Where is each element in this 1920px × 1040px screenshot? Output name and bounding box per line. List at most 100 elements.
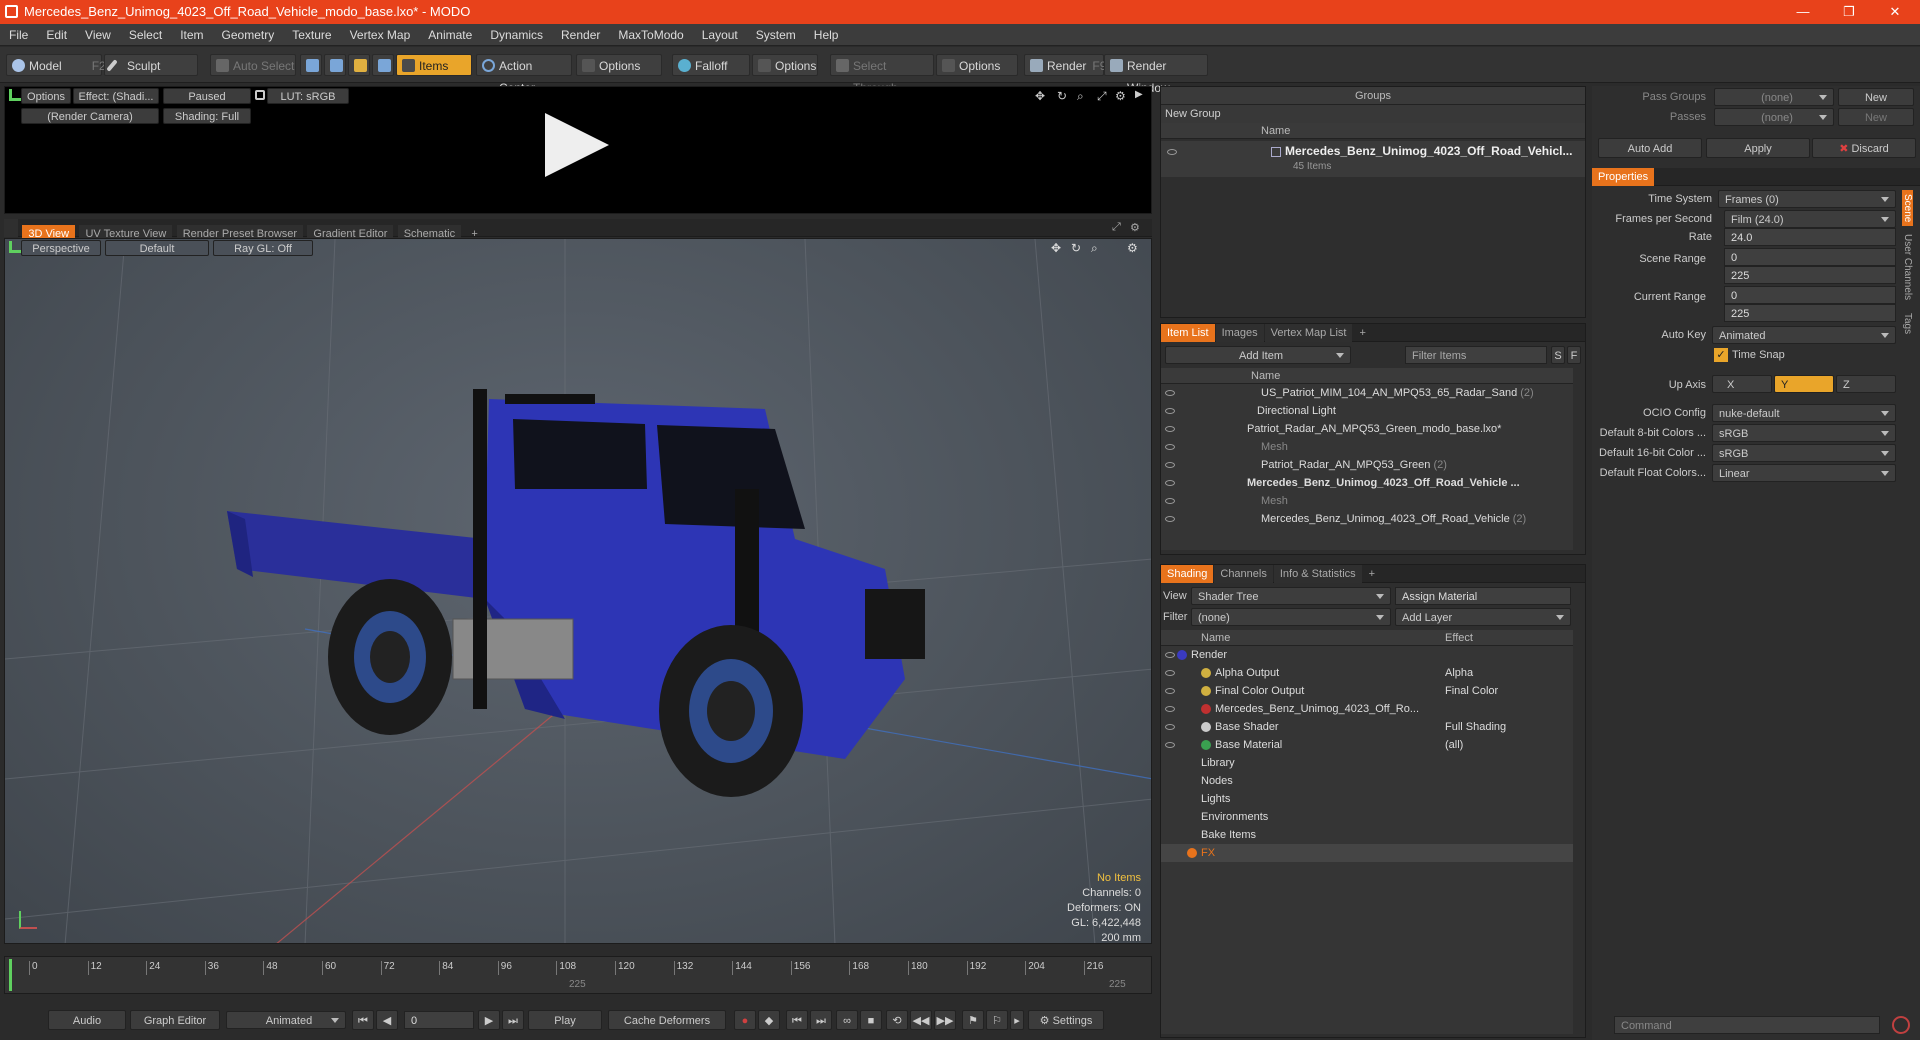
assign-material-button[interactable]: Assign Material — [1395, 587, 1571, 605]
pass-groups-dropdown[interactable]: (none) — [1714, 88, 1834, 106]
item-list-row[interactable]: Directional Light — [1161, 402, 1573, 420]
discard-button[interactable]: ✖ Discard — [1812, 138, 1916, 158]
play-icon[interactable] — [545, 113, 609, 177]
menu-system[interactable]: System — [747, 24, 805, 46]
record-button[interactable]: ● — [734, 1010, 756, 1030]
time-system-dropdown[interactable]: Frames (0) — [1718, 190, 1896, 208]
tab-vertex-map-list[interactable]: Vertex Map List — [1264, 324, 1353, 342]
new-group-button[interactable]: New Group — [1161, 105, 1585, 123]
preview-camera-dropdown[interactable]: (Render Camera) — [21, 108, 159, 124]
animated-dropdown[interactable]: Animated — [226, 1011, 346, 1029]
cache-deformers-button[interactable]: Cache Deformers — [608, 1010, 726, 1030]
command-input[interactable]: Command — [1614, 1016, 1880, 1034]
visibility-icon[interactable] — [1165, 706, 1175, 712]
prev-key-button[interactable]: ◀ — [376, 1010, 398, 1030]
loop-button[interactable]: ⟲ — [886, 1010, 908, 1030]
stop-button[interactable]: ■ — [860, 1010, 882, 1030]
menu-help[interactable]: Help — [805, 24, 848, 46]
auto-add-button[interactable]: Auto Add — [1598, 138, 1702, 158]
fps-dropdown[interactable]: Film (24.0) — [1724, 210, 1896, 228]
preview-gear-icon[interactable]: ⚙ — [1115, 89, 1126, 103]
shader-tree-row[interactable]: FX — [1161, 844, 1573, 862]
menu-view[interactable]: View — [76, 24, 120, 46]
viewport-zoom-icon[interactable]: ⌕ — [1091, 241, 1098, 256]
menu-maxtomodo[interactable]: MaxToModo — [609, 24, 692, 46]
preview-paused-button[interactable]: Paused — [163, 88, 251, 104]
item-list-row[interactable]: Mercedes_Benz_Unimog_4023_Off_Road_Vehic… — [1161, 510, 1573, 528]
select-through-button[interactable]: Select Through — [830, 54, 934, 95]
timeline[interactable]: 0 12 24 36 48 60 72 84 96 108 120 132 144 156 168 180 19… — [4, 956, 1152, 994]
key-next-button[interactable]: ⏭ — [810, 1010, 832, 1030]
menu-texture[interactable]: Texture — [283, 24, 340, 46]
go-end-button[interactable]: ⏭ — [502, 1010, 524, 1030]
action-center-button[interactable]: Action Center — [476, 54, 572, 95]
visibility-icon[interactable] — [1165, 688, 1175, 694]
apply-button[interactable]: Apply — [1706, 138, 1810, 158]
shader-tree-row[interactable]: Base Shader Full Shading — [1161, 718, 1573, 736]
time-snap-checkbox[interactable]: ✓ — [1714, 348, 1728, 362]
item-list-row[interactable]: Mesh — [1161, 438, 1573, 456]
menu-file[interactable]: File — [0, 24, 37, 46]
key-button[interactable]: ◆ — [758, 1010, 780, 1030]
mode-b-button[interactable]: ⚐ — [986, 1010, 1008, 1030]
settings-button[interactable]: ⚙ Settings — [1028, 1010, 1104, 1030]
materials-mode-button[interactable] — [372, 54, 394, 76]
menu-geometry[interactable]: Geometry — [213, 24, 284, 46]
current-range-end[interactable]: 225 — [1724, 304, 1896, 322]
shader-tree-row[interactable]: Base Material (all) — [1161, 736, 1573, 754]
falloff-button[interactable]: Falloff — [672, 54, 750, 76]
visibility-icon[interactable] — [1165, 498, 1175, 504]
viewport-gear-icon[interactable]: ⚙ — [1127, 241, 1138, 255]
side-tab-scene[interactable]: Scene — [1902, 190, 1913, 227]
step-back-button[interactable]: ◀◀ — [910, 1010, 932, 1030]
view-gear-icon[interactable]: ⚙ — [1130, 221, 1140, 234]
visibility-icon[interactable] — [1165, 408, 1175, 414]
filter-dropdown[interactable]: (none) — [1191, 608, 1391, 626]
auto-key-dropdown[interactable]: Animated — [1712, 326, 1896, 344]
preview-move-icon[interactable]: ✥ — [1035, 89, 1045, 103]
visibility-icon[interactable] — [1165, 426, 1175, 432]
raygl-dropdown[interactable]: Ray GL: Off — [213, 240, 313, 256]
tab-options-handle[interactable] — [4, 219, 18, 237]
view-maximize-icon[interactable]: ⤢ — [1112, 221, 1121, 234]
preview-maximize-icon[interactable]: ⤢ — [1097, 89, 1107, 104]
step-fwd-button[interactable]: ▶▶ — [934, 1010, 956, 1030]
falloff-options-button[interactable]: Options — [752, 54, 818, 76]
menu-animate[interactable]: Animate — [419, 24, 481, 46]
tab-images[interactable]: Images — [1215, 324, 1264, 342]
play-button[interactable]: Play — [528, 1010, 602, 1030]
visibility-icon[interactable] — [1165, 480, 1175, 486]
preview-effect-dropdown[interactable]: Effect: (Shadi... — [73, 88, 159, 104]
menu-dynamics[interactable]: Dynamics — [481, 24, 552, 46]
shader-tree-row[interactable]: Lights — [1161, 790, 1573, 808]
viewport-3d[interactable]: Perspective Default Ray GL: Off ✥ ↻ ⌕ ⚙ … — [4, 238, 1152, 944]
rate-field[interactable]: 24.0 — [1724, 228, 1896, 246]
action-center-options-button[interactable]: Options — [576, 54, 662, 76]
default-dropdown[interactable]: Default — [105, 240, 209, 256]
shader-tree-row[interactable]: Library — [1161, 754, 1573, 772]
item-list-row[interactable]: Mesh — [1161, 492, 1573, 510]
up-axis-z[interactable]: Z — [1836, 375, 1896, 393]
layer-effect[interactable]: Alpha — [1445, 664, 1473, 682]
tab-properties[interactable]: Properties — [1592, 168, 1655, 186]
minimize-icon[interactable]: — — [1780, 0, 1826, 24]
scene-range-end[interactable]: 225 — [1724, 266, 1896, 284]
default-float-dropdown[interactable]: Linear — [1712, 464, 1896, 482]
visibility-icon[interactable] — [1165, 516, 1175, 522]
side-tab-tags[interactable]: Tags — [1902, 309, 1913, 338]
side-tab-user-channels[interactable]: User Channels — [1902, 230, 1913, 304]
shader-tree-row[interactable]: Final Color Output Final Color — [1161, 682, 1573, 700]
shader-tree-row[interactable]: Render — [1161, 646, 1573, 664]
mode-c-button[interactable]: ▸ — [1010, 1010, 1024, 1030]
tab-channels[interactable]: Channels — [1214, 565, 1273, 583]
up-axis-y[interactable]: Y — [1774, 375, 1834, 393]
model-button[interactable]: Model F2 — [6, 54, 106, 76]
render-window-button[interactable]: Render Window — [1104, 54, 1208, 95]
tab-info-statistics[interactable]: Info & Statistics — [1273, 565, 1362, 583]
tab-add[interactable]: + — [1363, 565, 1381, 583]
passes-dropdown[interactable]: (none) — [1714, 108, 1834, 126]
preview-menu-icon[interactable]: ▶ — [1135, 89, 1143, 100]
scene-range-start[interactable]: 0 — [1724, 248, 1896, 266]
graph-editor-button[interactable]: Graph Editor — [130, 1010, 220, 1030]
preview-rotate-icon[interactable]: ↻ — [1057, 89, 1067, 103]
